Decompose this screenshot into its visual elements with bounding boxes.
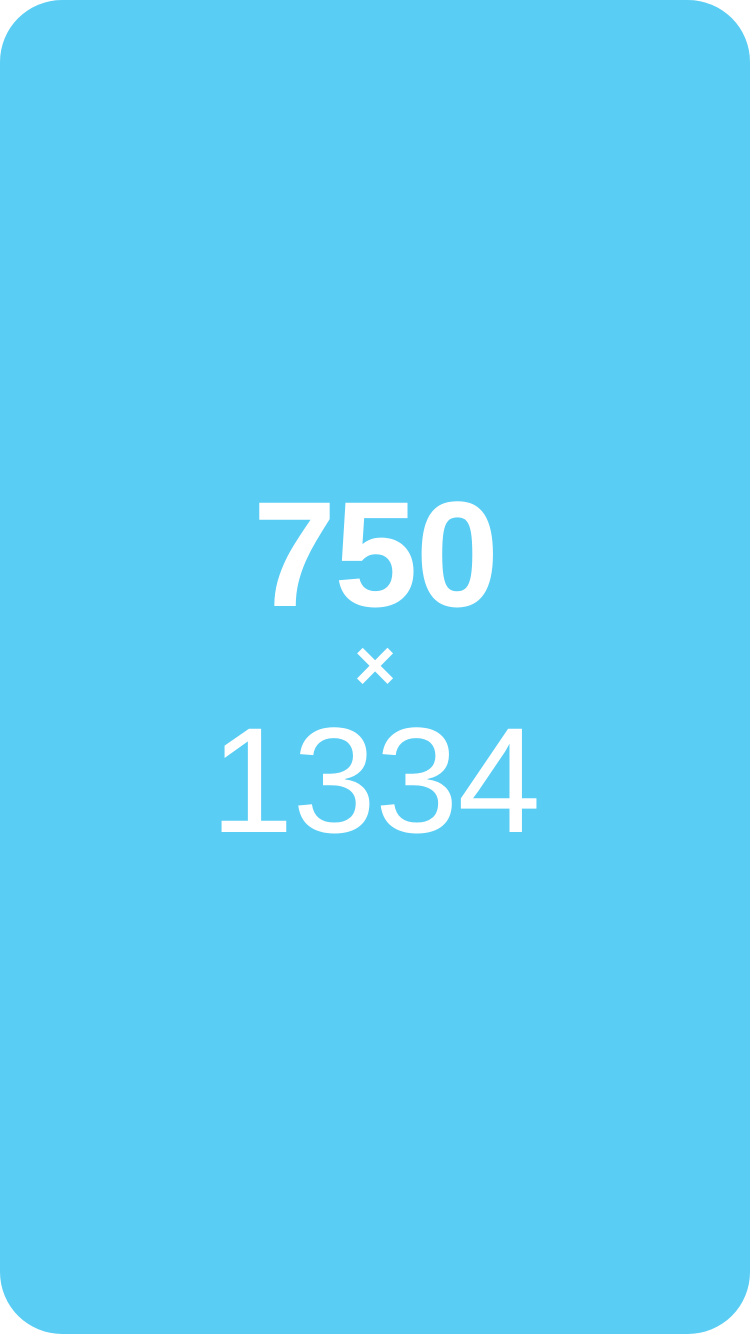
dimension-label: 750 × 1334 (210, 469, 541, 865)
height-label: 1334 (210, 696, 541, 865)
width-label: 750 (252, 469, 499, 638)
times-separator: × (353, 625, 397, 706)
placeholder-screen: 750 × 1334 (0, 0, 750, 1334)
